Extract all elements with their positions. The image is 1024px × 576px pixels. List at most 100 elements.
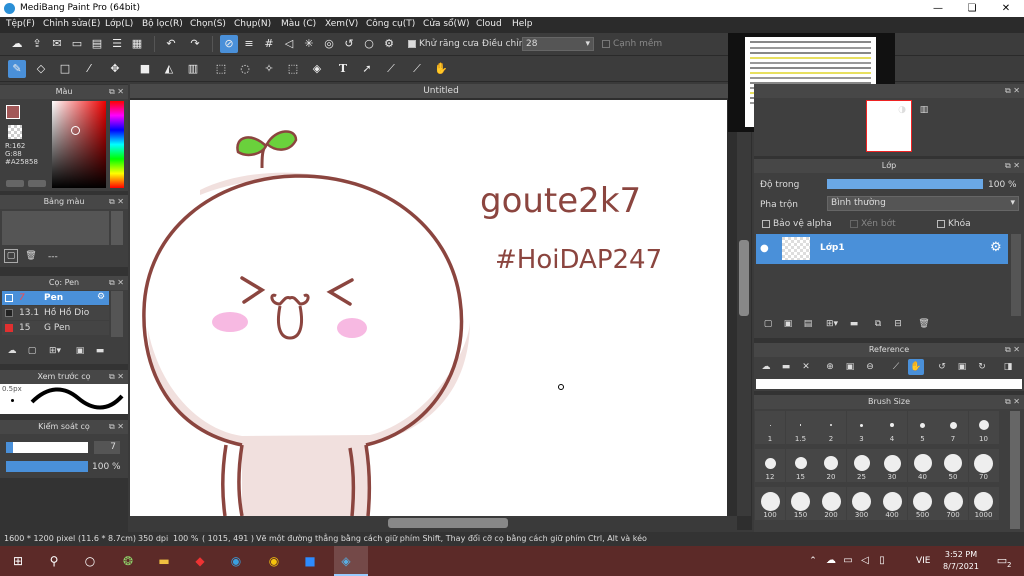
document-icon[interactable]: ▤: [88, 35, 106, 53]
zoom-icon[interactable]: ■: [300, 551, 320, 571]
undo-icon[interactable]: ↶: [162, 35, 180, 53]
brush-size-option[interactable]: 25: [846, 449, 877, 482]
medibang-taskbar-button[interactable]: [334, 546, 368, 576]
operation-tool-icon[interactable]: ➚: [358, 60, 376, 78]
hue-slider[interactable]: [110, 101, 124, 188]
panel-controls-icon[interactable]: ⧉ ✕: [109, 370, 124, 384]
list-icon[interactable]: ☰: [108, 35, 126, 53]
file-explorer-icon[interactable]: ▬: [154, 551, 174, 571]
eraser-tool-icon[interactable]: ◇: [32, 60, 50, 78]
new-layer-8bit-icon[interactable]: ▣: [780, 316, 796, 332]
protect-alpha-checkbox[interactable]: [762, 219, 770, 228]
gear-icon[interactable]: ⚙: [97, 292, 105, 302]
vanish-snap-icon[interactable]: ◁: [280, 35, 298, 53]
maximize-button[interactable]: ❏: [955, 0, 989, 17]
brush-item[interactable]: 13.1 Hồ Hồ Dio: [2, 306, 109, 320]
clip-toggle[interactable]: Xén bớt: [850, 219, 896, 229]
new-layer-1bit-icon[interactable]: ▤: [800, 316, 816, 332]
panel-controls-icon[interactable]: ⧉ ✕: [1005, 343, 1020, 357]
close-button[interactable]: ✕: [989, 0, 1023, 17]
minimize-button[interactable]: —: [921, 0, 955, 17]
grid-doc-icon[interactable]: ▦: [128, 35, 146, 53]
folder-icon[interactable]: ▬: [846, 316, 862, 332]
menu-layer[interactable]: Lớp(L): [105, 19, 133, 29]
brush-size-option[interactable]: 20: [816, 449, 846, 482]
brush-size-option[interactable]: 1.5: [785, 411, 816, 444]
brush-size-option[interactable]: 1000: [968, 487, 999, 520]
brush-size-option[interactable]: 150: [785, 487, 816, 520]
app-icon[interactable]: ❂: [118, 551, 138, 571]
canvas-document[interactable]: goute2k7 #HoiDAP247: [130, 100, 727, 516]
blend-mode-select[interactable]: Bình thường ▾: [827, 196, 1019, 211]
brush-size-option[interactable]: 7: [938, 411, 968, 444]
color-mode-button[interactable]: [6, 180, 24, 187]
rect-select-icon[interactable]: □: [56, 60, 74, 78]
layer-scrollbar[interactable]: [1011, 234, 1021, 316]
magic-wand-icon[interactable]: ✧: [260, 60, 278, 78]
navigator-settings-icon[interactable]: ▥: [916, 102, 932, 118]
brush-size-slider[interactable]: [6, 442, 88, 453]
brush-size-option[interactable]: 30: [877, 449, 907, 482]
battery-icon[interactable]: ▯: [872, 551, 892, 571]
brush-size-option[interactable]: 5: [907, 411, 938, 444]
chrome-icon[interactable]: ◉: [264, 551, 284, 571]
canvas-viewport[interactable]: goute2k7 #HoiDAP247: [130, 98, 752, 530]
cross-snap-icon[interactable]: #: [260, 35, 278, 53]
cloud-icon[interactable]: ☁: [8, 35, 26, 53]
eyedropper-icon[interactable]: ⟋: [888, 359, 904, 375]
brush-stroke-icon[interactable]: ⁄: [80, 60, 98, 78]
eye-icon[interactable]: ●: [760, 243, 769, 254]
menu-tools[interactable]: Công cụ(T): [366, 19, 415, 29]
language-indicator[interactable]: VIE: [916, 556, 931, 566]
fill-rect-icon[interactable]: ■: [136, 60, 154, 78]
brush-size-option[interactable]: 12: [755, 449, 785, 482]
new-brush-icon[interactable]: ▢: [24, 343, 40, 359]
select-pen-icon[interactable]: ⬚: [284, 60, 302, 78]
redo-icon[interactable]: ↷: [186, 35, 204, 53]
brush-size-option[interactable]: 400: [877, 487, 907, 520]
menu-edit[interactable]: Chỉnh sửa(E): [43, 19, 100, 29]
brush-size-option[interactable]: 10: [968, 411, 999, 444]
pen-tool-icon[interactable]: ✎: [8, 60, 26, 78]
brush-size-option[interactable]: 2: [816, 411, 846, 444]
menu-select[interactable]: Chọn(S): [190, 19, 226, 29]
color-mode-button[interactable]: [28, 180, 46, 187]
brush-item[interactable]: 15 G Pen: [2, 321, 109, 335]
brush-size-option[interactable]: 500: [907, 487, 938, 520]
move-tool-icon[interactable]: ✥: [106, 60, 124, 78]
menu-view[interactable]: Xem(V): [325, 19, 358, 29]
hand-icon[interactable]: ✋: [908, 359, 924, 375]
panel-controls-icon[interactable]: ⧉ ✕: [1005, 159, 1020, 173]
transparent-swatch[interactable]: [8, 125, 22, 139]
circle-snap-icon[interactable]: ○: [360, 35, 378, 53]
clip-checkbox[interactable]: [850, 219, 858, 228]
menu-help[interactable]: Help: [512, 19, 533, 29]
add-layer-dropdown-icon[interactable]: ⊞▾: [820, 316, 844, 332]
primary-color-swatch[interactable]: [6, 105, 20, 119]
panel-controls-icon[interactable]: ⧉ ✕: [1005, 395, 1020, 409]
brush-size-scrollbar[interactable]: [1010, 411, 1020, 529]
select-tool-icon[interactable]: ⬚: [212, 60, 230, 78]
comment-icon[interactable]: ✉: [48, 35, 66, 53]
close-icon[interactable]: ✕: [798, 359, 814, 375]
brush-size-option[interactable]: 200: [816, 487, 846, 520]
cloud-brush-icon[interactable]: ☁: [4, 343, 20, 359]
layer-opacity-slider[interactable]: [827, 179, 983, 189]
chevron-up-icon[interactable]: ⌃: [803, 551, 823, 571]
text-tool-icon[interactable]: T: [334, 60, 352, 78]
brush-size-option[interactable]: 4: [877, 411, 907, 444]
copy-brush-icon[interactable]: ▣: [72, 343, 88, 359]
adjust-select[interactable]: 28 ▾: [522, 37, 594, 51]
reset-icon[interactable]: ▣: [954, 359, 970, 375]
app-icon[interactable]: ◆: [190, 551, 210, 571]
horizontal-scrollbar[interactable]: [130, 516, 737, 530]
flip-icon[interactable]: ◑: [894, 102, 910, 118]
edge-icon[interactable]: ◉: [226, 551, 246, 571]
bucket-tool-icon[interactable]: ◭: [160, 60, 178, 78]
trash-icon[interactable]: 🗑: [24, 249, 38, 263]
curve-snap-icon[interactable]: ↺: [340, 35, 358, 53]
brush-scrollbar[interactable]: [111, 291, 123, 337]
panel-controls-icon[interactable]: ⧉ ✕: [109, 276, 124, 290]
folder-open-icon[interactable]: ▬: [778, 359, 794, 375]
lock-toggle[interactable]: Khóa: [937, 219, 971, 229]
